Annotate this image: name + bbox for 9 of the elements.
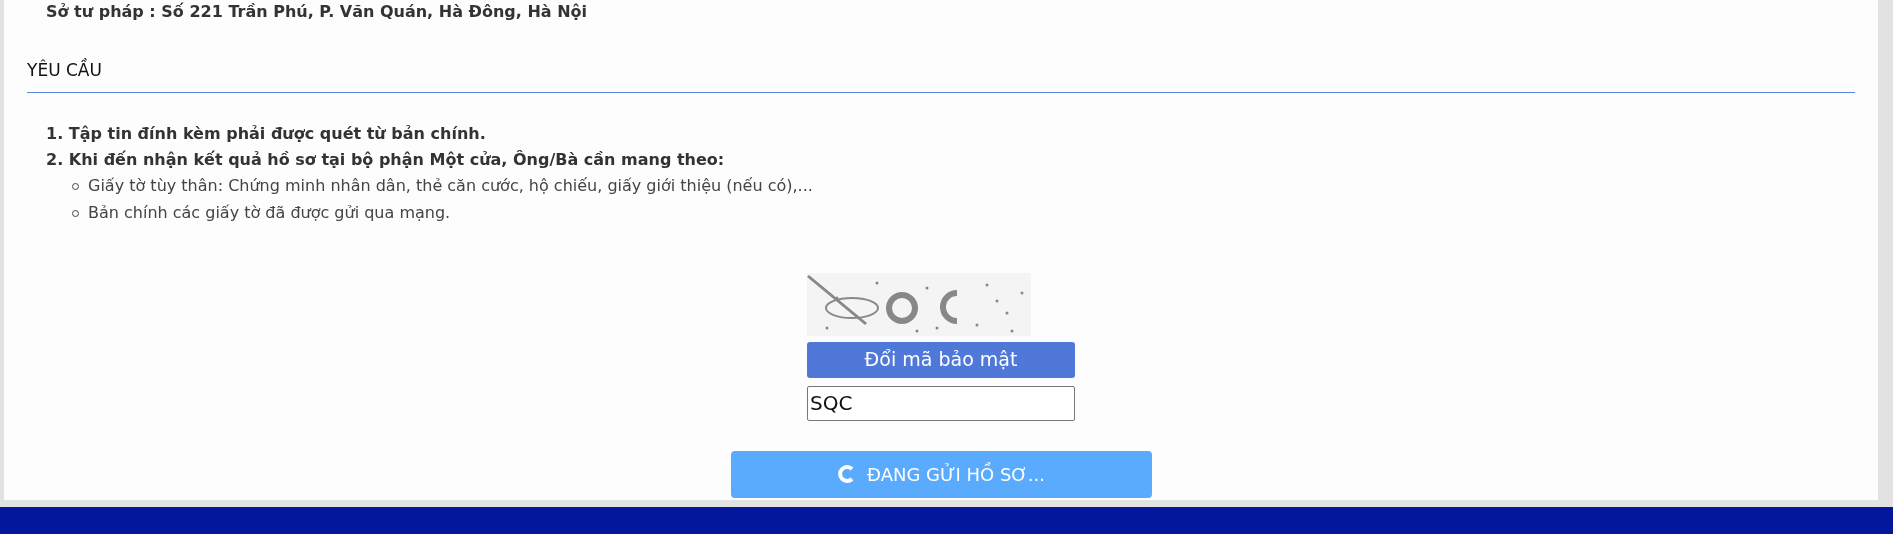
- requirement-text: 2. Khi đến nhận kết quả hồ sơ tại bộ phận Một cửa, Ông/Bà cần mang theo:: [46, 148, 725, 171]
- requirement-text: Giấy tờ tùy thân: Chứng minh nhân dân, thẻ căn cước, hộ chiếu, giấy giới thiệu (nếu có),...: [88, 175, 813, 197]
- requirement-text: 1. Tập tin đính kèm phải được quét từ bản chính.: [46, 122, 486, 145]
- captcha-input[interactable]: SQC: [807, 385, 1075, 421]
- refresh-captcha-button[interactable]: Đổi mã bảo mật: [807, 341, 1075, 378]
- address-text: Sở tư pháp : Số 221 Trần Phú, P. Văn Quán, Hà Đông, Hà Nội: [46, 2, 588, 21]
- requirement-text: Bản chính các giấy tờ đã được gửi qua mạng.: [88, 202, 451, 224]
- submit-button[interactable]: ĐANG GỬI HỒ SƠ...: [730, 450, 1152, 498]
- section-heading: YÊU CẦU: [27, 60, 102, 80]
